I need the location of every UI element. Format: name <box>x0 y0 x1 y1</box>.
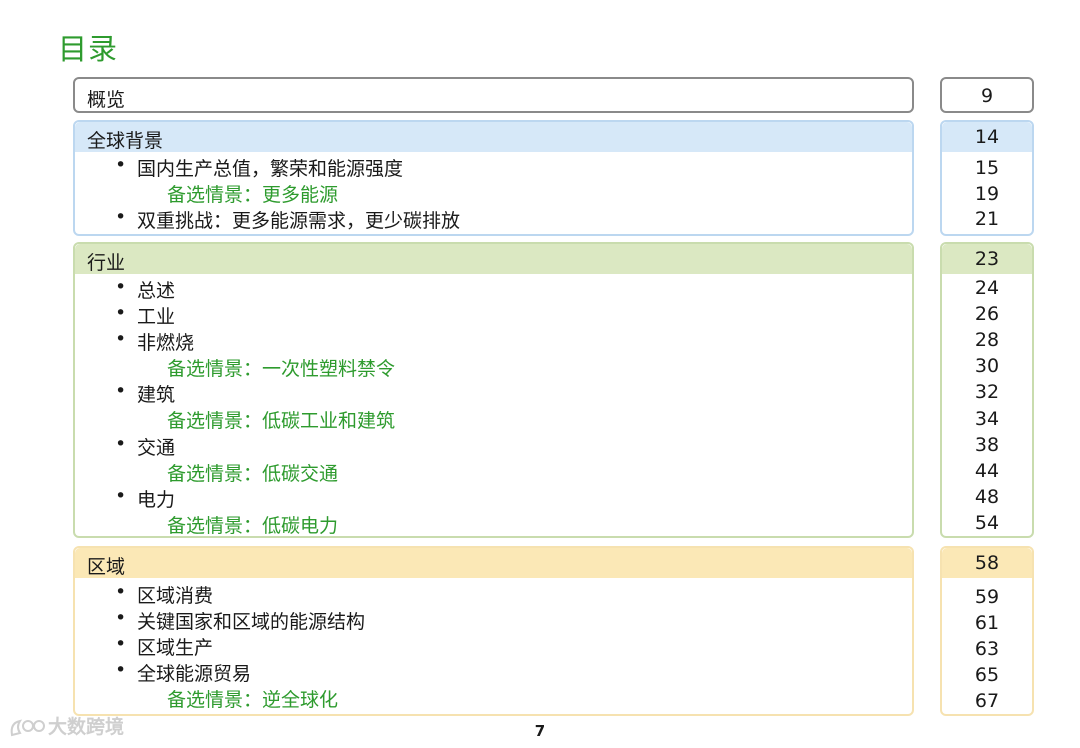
item-page-number: 26 <box>974 303 1000 325</box>
overview-page-box: 9 <box>940 77 1034 113</box>
item-page-number: 19 <box>974 183 1000 205</box>
watermark: 大数跨境 <box>8 712 124 739</box>
item-page-number: 21 <box>974 208 1000 230</box>
toc-item[interactable]: 关键国家和区域的能源结构 <box>115 607 365 634</box>
section-global-context: 全球背景 国内生产总值，繁荣和能源强度 备选情景：更多能源 双重挑战：更多能源需… <box>73 120 914 236</box>
toc-item[interactable]: 非燃烧 <box>115 328 194 355</box>
section-header[interactable]: 区域 <box>75 548 912 578</box>
section-sectors: 行业 总述 工业 非燃烧 备选情景：一次性塑料禁令 建筑 备选情景：低碳工业和建… <box>73 242 914 538</box>
item-page-number: 44 <box>974 460 1000 482</box>
toc-item[interactable]: 区域生产 <box>115 633 213 660</box>
overview-box[interactable]: 概览 <box>73 77 914 113</box>
toc-item[interactable]: 工业 <box>115 302 175 329</box>
item-page-number: 34 <box>974 408 1000 430</box>
item-page-number: 30 <box>974 355 1000 377</box>
toc-scenario-item[interactable]: 备选情景：低碳电力 <box>167 511 338 538</box>
section-page-header: 23 <box>942 244 1032 274</box>
overview-label: 概览 <box>87 89 126 111</box>
watermark-logo-icon <box>10 719 45 736</box>
item-page-number: 67 <box>974 690 1000 712</box>
section-page-number: 58 <box>974 552 1000 574</box>
item-page-number: 63 <box>974 638 1000 660</box>
section-title: 行业 <box>87 252 126 274</box>
section-page-header: 14 <box>942 122 1032 152</box>
item-page-number: 32 <box>974 381 1000 403</box>
toc-item[interactable]: 区域消费 <box>115 581 213 608</box>
toc-item[interactable]: 总述 <box>115 276 175 303</box>
section-page-number: 23 <box>974 248 1000 270</box>
section-regions: 区域 区域消费 关键国家和区域的能源结构 区域生产 全球能源贸易 备选情景：逆全… <box>73 546 914 716</box>
section-global-context-pages: 14 15 19 21 <box>940 120 1034 236</box>
item-page-number: 15 <box>974 157 1000 179</box>
item-page-number: 54 <box>974 512 1000 534</box>
item-page-number: 38 <box>974 434 1000 456</box>
section-page-number: 14 <box>974 126 1000 148</box>
page-number: 7 <box>534 722 546 740</box>
item-page-number: 28 <box>974 329 1000 351</box>
item-page-number: 48 <box>974 486 1000 508</box>
toc-item[interactable]: 全球能源贸易 <box>115 659 251 686</box>
toc-item[interactable]: 建筑 <box>115 380 175 407</box>
section-regions-pages: 58 59 61 63 65 67 <box>940 546 1034 716</box>
watermark-text: 大数跨境 <box>48 716 125 738</box>
item-page-number: 65 <box>974 664 1000 686</box>
toc-scenario-item[interactable]: 备选情景：一次性塑料禁令 <box>167 354 395 381</box>
section-header[interactable]: 行业 <box>75 244 912 274</box>
item-page-number: 59 <box>974 586 1000 608</box>
section-sectors-pages: 23 24 26 28 30 32 34 38 44 48 54 <box>940 242 1034 538</box>
toc-item[interactable]: 国内生产总值，繁荣和能源强度 <box>115 154 403 181</box>
toc-scenario-item[interactable]: 备选情景：更多能源 <box>167 180 338 207</box>
page-title: 目录 <box>58 32 119 66</box>
section-header[interactable]: 全球背景 <box>75 122 912 152</box>
toc-scenario-item[interactable]: 备选情景：低碳工业和建筑 <box>167 406 395 433</box>
overview-page-number: 9 <box>980 85 994 107</box>
section-title: 区域 <box>87 556 126 578</box>
toc-scenario-item[interactable]: 备选情景：低碳交通 <box>167 459 338 486</box>
toc-scenario-item[interactable]: 备选情景：逆全球化 <box>167 685 338 712</box>
toc-item[interactable]: 双重挑战：更多能源需求，更少碳排放 <box>115 206 460 233</box>
toc-item[interactable]: 电力 <box>115 485 175 512</box>
section-title: 全球背景 <box>87 130 164 152</box>
item-page-number: 61 <box>974 612 1000 634</box>
toc-item[interactable]: 交通 <box>115 433 175 460</box>
item-page-number: 24 <box>974 277 1000 299</box>
section-page-header: 58 <box>942 548 1032 578</box>
